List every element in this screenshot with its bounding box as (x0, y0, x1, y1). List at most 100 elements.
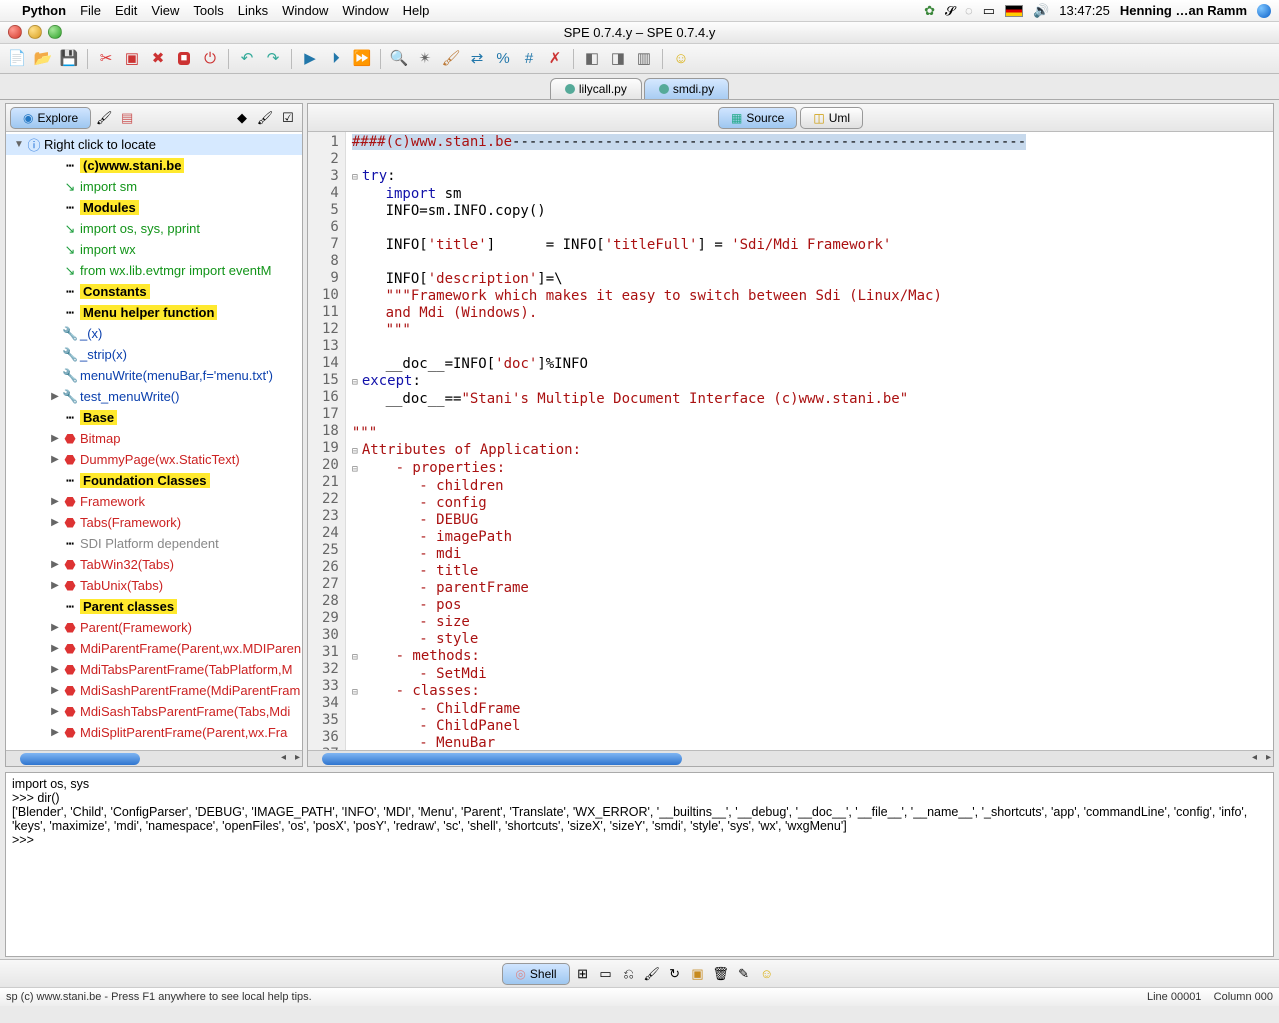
menu-tools[interactable]: Tools (193, 3, 223, 18)
tree-item[interactable]: ┅Base (6, 407, 302, 428)
leaf-icon[interactable]: ✿ (924, 3, 935, 19)
menu-window-2[interactable]: Window (342, 3, 388, 18)
tree-item[interactable]: ┅(c)www.stani.be (6, 155, 302, 176)
folder-bottom-icon[interactable]: ▣ (688, 965, 708, 983)
smiley-bottom-icon[interactable]: ☺ (757, 965, 777, 983)
open-icon[interactable]: 📂 (32, 48, 54, 70)
wand-icon[interactable]: ✎ (734, 965, 754, 983)
tree-item[interactable]: ▶⬣Bitmap (6, 428, 302, 449)
tab-source[interactable]: ▦Source (718, 107, 797, 129)
tree-item[interactable]: ┅Parent classes (6, 596, 302, 617)
code-editor[interactable]: 1234567891011121314151617181920212223242… (308, 132, 1273, 750)
globe-icon: ◉ (23, 111, 33, 125)
tree-item[interactable]: 🔧_(x) (6, 323, 302, 344)
redo-icon[interactable]: ↷ (262, 48, 284, 70)
layout-split-icon[interactable]: ▥ (633, 48, 655, 70)
notes-tab-icon[interactable]: ▤ (117, 109, 137, 127)
menu-view[interactable]: View (151, 3, 179, 18)
tree-item[interactable]: 🔧menuWrite(menuBar,f='menu.txt') (6, 365, 302, 386)
snippets-icon[interactable]: ⎌ (619, 965, 639, 983)
undo-icon[interactable]: ↶ (236, 48, 258, 70)
zoom-icon[interactable] (48, 25, 62, 39)
spotlight-icon[interactable] (1257, 4, 1271, 18)
tree-item[interactable]: ▶⬣Framework (6, 491, 302, 512)
brush-icon[interactable]: 🖌 (440, 48, 462, 70)
brush2-tab-icon[interactable]: 🖌 (255, 109, 275, 127)
tree-item[interactable]: ▶⬣Tabs(Framework) (6, 512, 302, 533)
tree-item[interactable]: ┅Constants (6, 281, 302, 302)
console[interactable]: import os, sys>>> dir()['Blender', 'Chil… (5, 772, 1274, 957)
source-icon: ▦ (731, 111, 742, 125)
menu-links[interactable]: Links (238, 3, 268, 18)
app-name[interactable]: Python (22, 3, 66, 18)
tool-copy-icon[interactable]: ▣ (121, 48, 143, 70)
tree-item[interactable]: ┅Menu helper function (6, 302, 302, 323)
run-icon[interactable]: ▶ (299, 48, 321, 70)
script-menu-icon[interactable]: 𝓢 (945, 3, 955, 19)
tab-lilycall[interactable]: lilycall.py (550, 78, 642, 99)
tree-item[interactable]: ↘import wx (6, 239, 302, 260)
monitor-icon[interactable]: ▭ (596, 965, 616, 983)
tree-item[interactable]: ↘import sm (6, 176, 302, 197)
clock[interactable]: 13:47:25 (1059, 3, 1110, 18)
layout-left-icon[interactable]: ◧ (581, 48, 603, 70)
tree-item[interactable]: ┅SDI Platform dependent (6, 533, 302, 554)
refresh-icon[interactable]: ↻ (665, 965, 685, 983)
tab-uml[interactable]: ◫Uml (800, 107, 863, 129)
tree-item[interactable]: ▶⬣TabWin32(Tabs) (6, 554, 302, 575)
tab-shell[interactable]: ◎Shell (502, 963, 569, 985)
tree-item[interactable]: ┅Modules (6, 197, 302, 218)
new-file-icon[interactable]: 📄 (6, 48, 28, 70)
volume-icon[interactable]: 🔊 (1033, 3, 1049, 19)
explorer-tree[interactable]: ▼ⓘRight click to locate┅(c)www.stani.be↘… (6, 132, 302, 750)
brush-bottom-icon[interactable]: 🖌 (642, 965, 662, 983)
hash-icon[interactable]: # (518, 48, 540, 70)
flag-icon[interactable] (1005, 5, 1023, 17)
minimize-icon[interactable] (28, 25, 42, 39)
tree-item[interactable]: ▶⬣MdiSashTabsParentFrame(Tabs,Mdi (6, 701, 302, 722)
tree-item[interactable]: ▶⬣TabUnix(Tabs) (6, 575, 302, 596)
find-icon[interactable]: 🔍 (388, 48, 410, 70)
user-name[interactable]: Henning …an Ramm (1120, 3, 1247, 18)
tree-item[interactable]: 🔧_strip(x) (6, 344, 302, 365)
tree-item[interactable]: ↘import os, sys, pprint (6, 218, 302, 239)
tree-item[interactable]: ┅Foundation Classes (6, 470, 302, 491)
menu-window[interactable]: Window (282, 3, 328, 18)
tree-item[interactable]: ▶⬣MdiSplitParentFrame(Parent,wx.Fra (6, 722, 302, 743)
menu-file[interactable]: File (80, 3, 101, 18)
replace-icon[interactable]: ⇄ (466, 48, 488, 70)
smiley-icon[interactable]: ☺ (670, 48, 692, 70)
check-tab-icon[interactable]: ☑ (278, 109, 298, 127)
tree-item[interactable]: ▶⬣MdiSashParentFrame(MdiParentFram (6, 680, 302, 701)
debug-icon[interactable]: ⏩ (351, 48, 373, 70)
tree-item[interactable]: ▶🔧test_menuWrite() (6, 386, 302, 407)
tab-smdi[interactable]: smdi.py (644, 78, 729, 99)
trash-icon[interactable]: 🗑 (711, 965, 731, 983)
layout-right-icon[interactable]: ◨ (607, 48, 629, 70)
close-icon[interactable] (8, 25, 22, 39)
tree-item[interactable]: ▶⬣MdiTabsParentFrame(TabPlatform,M (6, 659, 302, 680)
tree-item[interactable]: ▶⬣MdiParentFrame(Parent,wx.MDIParen (6, 638, 302, 659)
editor-scrollbar[interactable]: ◂▸ (308, 750, 1273, 766)
ichat-icon[interactable]: ◌ (965, 3, 973, 18)
tree-item[interactable]: ▶⬣DummyPage(wx.StaticText) (6, 449, 302, 470)
save-icon[interactable]: 💾 (58, 48, 80, 70)
comment-icon[interactable]: % (492, 48, 514, 70)
tool-gear-icon[interactable]: ✴ (414, 48, 436, 70)
tree-item[interactable]: ↘from wx.lib.evtmgr import eventM (6, 260, 302, 281)
display-icon[interactable]: ▭ (983, 3, 995, 19)
cancel-icon[interactable]: ✗ (544, 48, 566, 70)
tab-explore[interactable]: ◉Explore (10, 107, 91, 129)
tool-cut-icon[interactable]: ✂ (95, 48, 117, 70)
run-alt-icon[interactable]: ⏵ (325, 48, 347, 70)
tree-icon[interactable]: ⊞ (573, 965, 593, 983)
tool-close-icon[interactable]: ✖ (147, 48, 169, 70)
tree-scrollbar[interactable]: ◂▸ (6, 750, 302, 766)
tool-stop-icon[interactable]: ■ (173, 48, 195, 70)
tree-item[interactable]: ▶⬣Parent(Framework) (6, 617, 302, 638)
tool-exit-icon[interactable]: ⏻ (199, 48, 221, 70)
menu-help[interactable]: Help (403, 3, 430, 18)
brush-tab-icon[interactable]: 🖌 (94, 109, 114, 127)
menu-edit[interactable]: Edit (115, 3, 137, 18)
book-tab-icon[interactable]: ◆ (232, 109, 252, 127)
